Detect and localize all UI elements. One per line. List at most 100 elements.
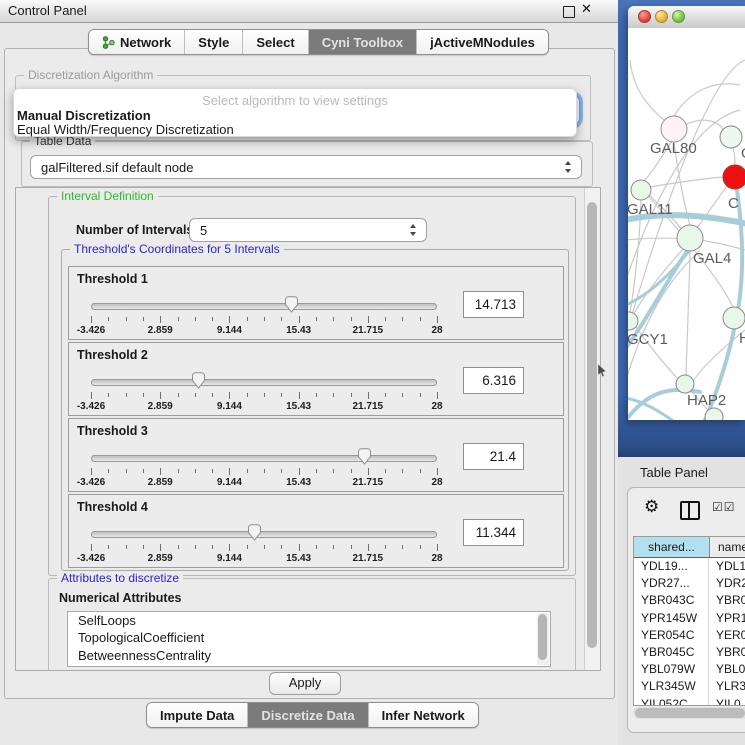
- slider-tick-label: 15.43: [286, 401, 311, 412]
- zoom-traffic-light[interactable]: [672, 10, 685, 23]
- slider-thumb[interactable]: [357, 448, 372, 465]
- tab-impute-data[interactable]: Impute Data: [147, 703, 248, 727]
- table-cell[interactable]: YIL0: [709, 696, 745, 707]
- threshold-2-value-field[interactable]: 6.316: [463, 367, 524, 394]
- slider-tick-label: 21.715: [353, 553, 384, 564]
- table-cell[interactable]: YDR27...: [634, 575, 709, 592]
- table-row[interactable]: YIL052CYIL0: [634, 696, 745, 707]
- popup-option-manual-discretization[interactable]: Manual Discretization: [17, 108, 151, 123]
- threshold-4-value-field[interactable]: 11.344: [463, 519, 524, 546]
- attribute-list-item[interactable]: BetweennessCentrality: [68, 647, 550, 664]
- control-panel-titlebar: Control Panel ✕: [0, 0, 618, 23]
- scrollbar-thumb[interactable]: [587, 202, 597, 648]
- table-row[interactable]: YER054CYER0: [634, 627, 745, 644]
- network-node[interactable]: [720, 126, 742, 148]
- table-hscrollbar[interactable]: [633, 707, 745, 719]
- network-node[interactable]: [723, 165, 745, 189]
- table-cell[interactable]: YLR3: [709, 678, 745, 695]
- network-node[interactable]: [677, 225, 703, 251]
- thresholds-group: Threshold's Coordinates for 5 Intervals …: [61, 249, 569, 571]
- threshold-2-slider[interactable]: -3.4262.8599.14415.4321.71528: [91, 369, 437, 413]
- table-cell[interactable]: YBR043C: [634, 592, 709, 609]
- network-window-titlebar[interactable]: [628, 6, 745, 29]
- table-cell[interactable]: YBR045C: [634, 644, 709, 661]
- table-cell[interactable]: YBR0: [709, 644, 745, 661]
- gear-icon[interactable]: ⚙: [644, 497, 659, 517]
- table-cell[interactable]: YLR345W: [634, 678, 709, 695]
- slider-thumb[interactable]: [191, 372, 206, 389]
- checkbox-icons[interactable]: ☑☑: [712, 500, 736, 514]
- table-cell[interactable]: YIL052C: [634, 696, 709, 707]
- table-cell[interactable]: YDL19...: [634, 558, 709, 575]
- tab-style[interactable]: Style: [185, 30, 243, 54]
- tab-select[interactable]: Select: [243, 30, 308, 54]
- table-row[interactable]: YLR345WYLR3: [634, 678, 745, 695]
- slider-track[interactable]: [91, 455, 437, 462]
- float-window-icon[interactable]: [563, 6, 575, 18]
- table-hscrollbar-thumb[interactable]: [635, 708, 745, 718]
- discretization-group-title: Discretization Algorithm: [24, 68, 157, 82]
- tab-cyni-toolbox[interactable]: Cyni Toolbox: [309, 30, 417, 54]
- column-header-name[interactable]: name: [710, 537, 745, 557]
- table-cell[interactable]: YER0: [709, 627, 745, 644]
- table-cell[interactable]: YBR0: [709, 592, 745, 609]
- list-scrollbar[interactable]: [537, 613, 549, 665]
- threshold-3-slider[interactable]: -3.4262.8599.14415.4321.71528: [91, 445, 437, 489]
- slider-track[interactable]: [91, 303, 437, 310]
- tab-discretize-data[interactable]: Discretize Data: [248, 703, 368, 727]
- tab-network[interactable]: Network: [89, 30, 185, 54]
- number-of-intervals-combobox[interactable]: 5: [189, 218, 427, 242]
- network-node[interactable]: [676, 375, 694, 393]
- table-cell[interactable]: YBL0: [709, 661, 745, 678]
- table-data-combobox[interactable]: galFiltered.sif default node: [30, 155, 582, 179]
- table-row[interactable]: YBR045CYBR0: [634, 644, 745, 661]
- table-row[interactable]: YPR145WYPR1: [634, 610, 745, 627]
- apply-button[interactable]: Apply: [269, 672, 341, 695]
- column-header-shared-name[interactable]: shared...: [634, 537, 710, 557]
- table-cell[interactable]: YDL1: [709, 558, 745, 575]
- network-node[interactable]: [661, 116, 687, 142]
- attribute-list-item[interactable]: SelfLoops: [68, 612, 550, 629]
- settings-scrollbar[interactable]: [584, 188, 600, 670]
- table-row[interactable]: YDR27...YDR2: [634, 575, 745, 592]
- table-row[interactable]: YBL079WYBL0: [634, 661, 745, 678]
- threshold-panel: Threshold 1-3.4262.8599.14415.4321.71528…: [68, 266, 564, 340]
- top-tab-bar: Network Style Select Cyni Toolbox jActiv…: [88, 29, 549, 55]
- tab-jactivemnodules[interactable]: jActiveMNodules: [417, 30, 548, 54]
- threshold-1-value-field[interactable]: 14.713: [463, 291, 524, 318]
- table-cell[interactable]: YER054C: [634, 627, 709, 644]
- tab-cyni-toolbox-label: Cyni Toolbox: [322, 35, 403, 50]
- table-cell[interactable]: YBL079W: [634, 661, 709, 678]
- table-cell[interactable]: YPR145W: [634, 610, 709, 627]
- split-columns-icon[interactable]: [680, 501, 700, 520]
- attributes-group-title: Attributes to discretize: [57, 571, 183, 585]
- threshold-3-value-field[interactable]: 21.4: [463, 443, 524, 470]
- algorithm-popup: Select algorithm to view settings Manual…: [13, 88, 577, 137]
- slider-track[interactable]: [91, 531, 437, 538]
- slider-track[interactable]: [91, 379, 437, 386]
- minimize-traffic-light[interactable]: [655, 10, 668, 23]
- slider-thumb[interactable]: [284, 296, 299, 313]
- numerical-attributes-list[interactable]: SelfLoopsTopologicalCoefficientBetweenne…: [67, 611, 551, 667]
- network-icon: [102, 36, 115, 49]
- popup-option-equal-width-frequency[interactable]: Equal Width/Frequency Discretization: [17, 122, 234, 137]
- slider-tick-label: -3.426: [77, 553, 105, 564]
- close-traffic-light[interactable]: [638, 10, 651, 23]
- table-cell[interactable]: YPR1: [709, 610, 745, 627]
- table-row[interactable]: YBR043CYBR0: [634, 592, 745, 609]
- tab-discretize-data-label: Discretize Data: [261, 708, 354, 723]
- network-node[interactable]: [631, 180, 651, 200]
- network-node[interactable]: [723, 307, 745, 329]
- threshold-4-slider[interactable]: -3.4262.8599.14415.4321.71528: [91, 521, 437, 565]
- slider-thumb[interactable]: [247, 524, 262, 541]
- attribute-list-item[interactable]: TopologicalCoefficient: [68, 629, 550, 646]
- node-attribute-table: shared... name YDL19...YDL1YDR27...YDR2Y…: [633, 536, 745, 706]
- close-icon[interactable]: ✕: [581, 2, 592, 17]
- tab-infer-network[interactable]: Infer Network: [369, 703, 478, 727]
- network-node-label: GAL11: [628, 201, 673, 218]
- tab-impute-data-label: Impute Data: [160, 708, 234, 723]
- network-canvas[interactable]: GAL80G.CGAL11GAL4GCY1HHAP2: [628, 28, 745, 420]
- table-cell[interactable]: YDR2: [709, 575, 745, 592]
- table-row[interactable]: YDL19...YDL1: [634, 558, 745, 575]
- threshold-1-slider[interactable]: -3.4262.8599.14415.4321.71528: [91, 293, 437, 337]
